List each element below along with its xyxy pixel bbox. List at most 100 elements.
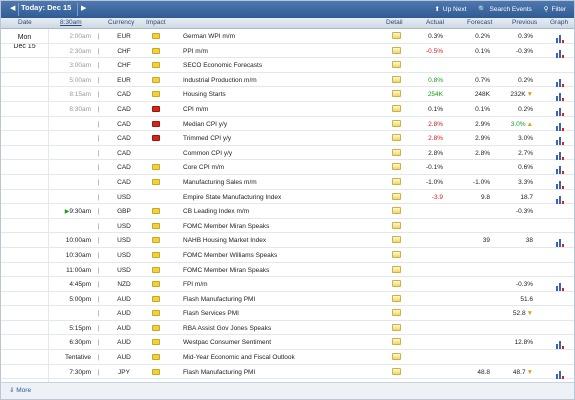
event-title[interactable]: Flash Manufacturing PMI <box>183 369 255 376</box>
table-row[interactable]: 8:15am ❙ CAD Housing Starts 254K 248K 232K▼ <box>1 87 574 102</box>
table-row[interactable]: 3:00am ❙ CHF SECO Economic Forecasts <box>1 58 574 73</box>
alert-bell-icon[interactable]: ❙ <box>96 121 101 128</box>
alert-bell-icon[interactable]: ❙ <box>96 91 101 98</box>
table-row[interactable]: ❙ CAD Median CPI y/y 2.8% 2.9% 3.0%▲ <box>1 117 574 132</box>
alert-bell-icon[interactable]: ❙ <box>96 62 101 69</box>
detail-folder-icon[interactable] <box>392 353 401 361</box>
table-row[interactable]: 8:30am ❙ CAD CPI m/m 0.1% 0.1% 0.2% <box>1 102 574 117</box>
impact-folder-icon[interactable] <box>152 178 160 185</box>
event-title[interactable]: Common CPI y/y <box>183 150 232 157</box>
detail-folder-icon[interactable] <box>392 46 401 54</box>
detail-folder-icon[interactable] <box>392 221 401 229</box>
alert-bell-icon[interactable]: ❙ <box>96 106 101 113</box>
impact-folder-icon[interactable] <box>152 105 160 112</box>
impact-folder-icon[interactable] <box>152 91 160 98</box>
event-title[interactable]: Median CPI y/y <box>183 121 227 128</box>
table-row[interactable]: ❙ USD FOMC Member Miran Speaks <box>1 219 574 234</box>
detail-folder-icon[interactable] <box>392 104 401 112</box>
alert-bell-icon[interactable]: ❙ <box>96 325 101 332</box>
alert-bell-icon[interactable]: ❙ <box>96 369 101 376</box>
alert-bell-icon[interactable]: ❙ <box>96 296 101 303</box>
table-row[interactable]: 5:15pm ❙ AUD RBA Assist Gov Jones Speaks <box>1 321 574 336</box>
alert-bell-icon[interactable]: ❙ <box>96 135 101 142</box>
event-title[interactable]: Westpac Consumer Sentiment <box>183 339 271 346</box>
impact-folder-icon[interactable] <box>152 339 160 346</box>
alert-bell-icon[interactable]: ❙ <box>96 339 101 346</box>
table-row[interactable]: 11:00am ❙ USD FOMC Member Miran Speaks <box>1 263 574 278</box>
detail-folder-icon[interactable] <box>392 75 401 83</box>
impact-folder-icon[interactable] <box>152 251 160 258</box>
impact-folder-icon[interactable] <box>152 281 160 288</box>
event-title[interactable]: Industrial Production m/m <box>183 77 257 84</box>
detail-folder-icon[interactable] <box>392 32 401 39</box>
graph-icon[interactable] <box>556 46 565 58</box>
impact-folder-icon[interactable] <box>152 76 160 83</box>
impact-folder-icon[interactable] <box>152 266 160 273</box>
table-row[interactable]: 4:45pm ❙ NZD FPI m/m -0.3% <box>1 277 574 292</box>
event-title[interactable]: Trimmed CPI y/y <box>183 135 231 142</box>
col-time[interactable]: 8:30am <box>60 19 82 26</box>
event-title[interactable]: Flash Manufacturing PMI <box>183 296 255 303</box>
detail-folder-icon[interactable] <box>392 338 401 346</box>
impact-folder-icon[interactable] <box>152 295 160 302</box>
event-title[interactable]: NAHB Housing Market Index <box>183 237 266 244</box>
alert-bell-icon[interactable]: ❙ <box>96 150 101 157</box>
alert-bell-icon[interactable]: ❙ <box>96 267 101 274</box>
next-day-icon[interactable]: ▶ <box>81 4 86 12</box>
table-row[interactable]: ❙ CAD Common CPI y/y 2.8% 2.8% 2.7% <box>1 146 574 161</box>
event-title[interactable]: Housing Starts <box>183 91 226 98</box>
impact-folder-icon[interactable] <box>152 194 160 200</box>
event-title[interactable]: Flash Services PMI <box>183 310 239 317</box>
impact-folder-icon[interactable] <box>152 150 160 156</box>
detail-folder-icon[interactable] <box>392 265 401 273</box>
detail-folder-icon[interactable] <box>392 250 401 258</box>
alert-bell-icon[interactable]: ❙ <box>96 33 101 40</box>
detail-folder-icon[interactable] <box>392 90 401 98</box>
event-title[interactable]: Mid-Year Economic and Fiscal Outlook <box>183 354 295 361</box>
table-row[interactable]: ❙ CAD Core CPI m/m -0.1% 0.6% <box>1 160 574 175</box>
up-next-link[interactable]: ⬆ Up Next <box>434 5 466 14</box>
table-row[interactable]: 5:00am ❙ EUR Industrial Production m/m 0.8% 0… <box>1 73 574 88</box>
alert-bell-icon[interactable]: ❙ <box>96 164 101 171</box>
table-row[interactable]: 2:00am ❙ EUR German WPI m/m 0.3% 0.2% 0.3% <box>1 29 574 44</box>
table-row[interactable]: 2:30am ❙ CHF PPI m/m -0.5% 0.1% -0.3% <box>1 44 574 59</box>
graph-icon[interactable] <box>556 104 565 116</box>
impact-folder-icon[interactable] <box>152 208 160 215</box>
alert-bell-icon[interactable]: ❙ <box>96 281 101 288</box>
impact-folder-icon[interactable] <box>152 324 160 331</box>
impact-folder-icon[interactable] <box>152 135 160 142</box>
table-row[interactable]: Tentative ❙ AUD Mid-Year Economic and Fisca… <box>1 350 574 365</box>
event-title[interactable]: Manufacturing Sales m/m <box>183 179 257 186</box>
impact-folder-icon[interactable] <box>152 33 160 39</box>
event-title[interactable]: Core CPI m/m <box>183 164 224 171</box>
graph-icon[interactable] <box>556 337 565 350</box>
alert-bell-icon[interactable]: ❙ <box>96 48 101 55</box>
detail-folder-icon[interactable] <box>392 148 401 156</box>
event-title[interactable]: SECO Economic Forecasts <box>183 62 262 69</box>
event-title[interactable]: CPI m/m <box>183 106 208 113</box>
graph-icon[interactable] <box>556 192 565 204</box>
detail-folder-icon[interactable] <box>392 119 401 127</box>
detail-folder-icon[interactable] <box>392 192 401 200</box>
table-row[interactable]: ❙ AUD Flash Services PMI 52.8▼ <box>1 306 574 321</box>
event-title[interactable]: FOMC Member Miran Speaks <box>183 223 269 230</box>
graph-icon[interactable] <box>556 89 565 102</box>
event-title[interactable]: FPI m/m <box>183 281 208 288</box>
filter-link[interactable]: ⚲ Filter <box>544 5 566 14</box>
table-row[interactable]: ❙ CAD Manufacturing Sales m/m -1.0% -1.0% 3.3… <box>1 175 574 190</box>
impact-folder-icon[interactable] <box>152 354 160 361</box>
alert-bell-icon[interactable]: ❙ <box>96 354 101 361</box>
alert-bell-icon[interactable]: ❙ <box>96 310 101 317</box>
detail-folder-icon[interactable] <box>392 280 401 288</box>
prev-day-icon[interactable]: ◀ <box>10 4 15 12</box>
graph-icon[interactable] <box>556 235 565 248</box>
event-title[interactable]: FOMC Member Williams Speaks <box>183 252 277 259</box>
detail-folder-icon[interactable] <box>392 236 401 244</box>
impact-folder-icon[interactable] <box>152 222 160 229</box>
graph-icon[interactable] <box>556 279 565 292</box>
alert-bell-icon[interactable]: ❙ <box>96 208 101 215</box>
detail-folder-icon[interactable] <box>392 323 401 331</box>
more-link[interactable]: ⇓ More <box>9 386 31 394</box>
alert-bell-icon[interactable]: ❙ <box>96 252 101 259</box>
event-title[interactable]: FOMC Member Miran Speaks <box>183 267 269 274</box>
